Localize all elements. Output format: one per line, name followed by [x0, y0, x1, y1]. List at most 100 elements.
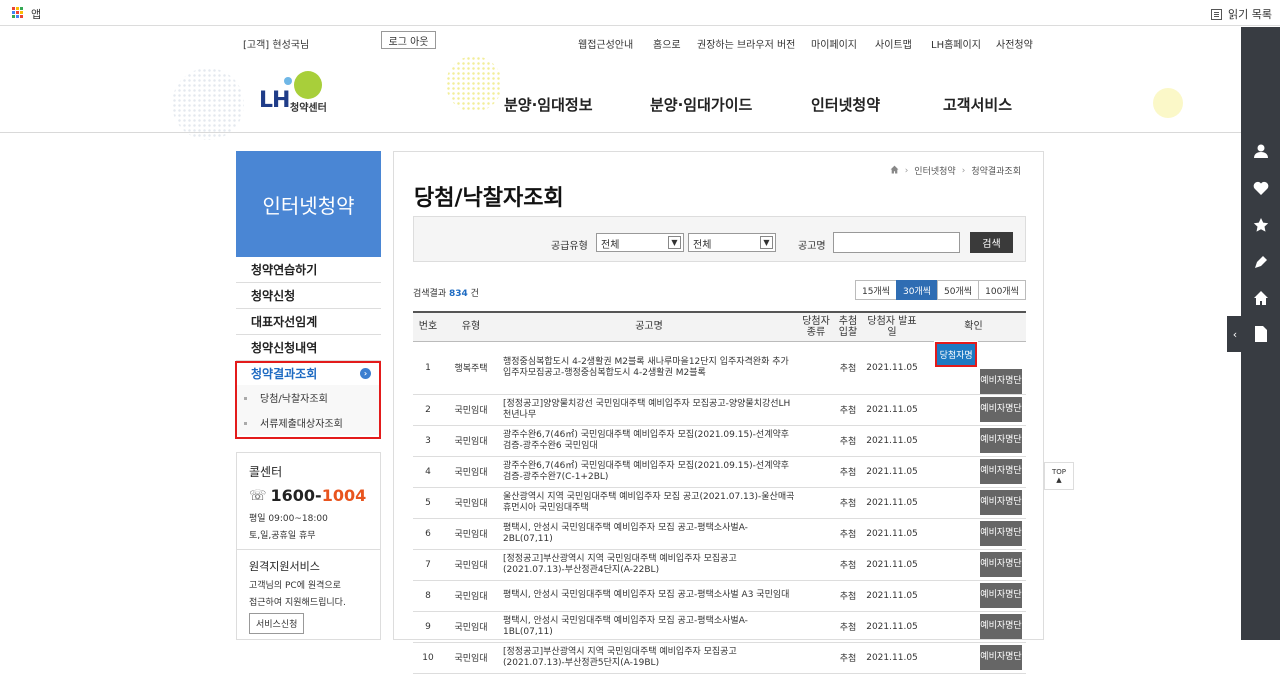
- reserve-list-button[interactable]: 예비자명단: [980, 521, 1022, 546]
- reserve-list-button[interactable]: 예비자명단: [980, 583, 1022, 608]
- util-link-home[interactable]: 홈으로: [653, 36, 681, 51]
- reading-list-icon: [1211, 8, 1223, 20]
- table-row[interactable]: 4 국민임대 광주수완6,7(46㎡) 국민임대주택 예비입주자 모집(2021.0…: [413, 456, 1026, 488]
- reading-list-label: 읽기 목록: [1228, 8, 1272, 21]
- cell-no: 4: [413, 456, 443, 488]
- cell-title[interactable]: 행정중심복합도시 4-2생활권 M2블록 새나루마을12단지 입주자격완화 추가…: [499, 341, 799, 395]
- table-row[interactable]: 3 국민임대 광주수완6,7(46㎡) 국민임대주택 예비입주자 모집(2021.0…: [413, 425, 1026, 457]
- reserve-list-button[interactable]: 예비자명단: [980, 397, 1022, 422]
- table-row[interactable]: 6 국민임대 평택시, 안성시 국민임대주택 예비입주자 모집 공고-평택소사벌A-…: [413, 518, 1026, 550]
- cell-title[interactable]: 광주수완6,7(46㎡) 국민임대주택 예비입주자 모집(2021.09.15)…: [499, 456, 799, 488]
- cell-winner-kind: [799, 341, 833, 395]
- util-link-lh-home[interactable]: LH홈페이지: [931, 36, 981, 51]
- winner-list-button[interactable]: 당첨자명단: [934, 340, 979, 386]
- reading-list-button[interactable]: 읽기 목록: [1211, 6, 1272, 22]
- supply-type-select[interactable]: 전체 ▼: [596, 233, 684, 252]
- logout-button[interactable]: 로그 아웃: [381, 31, 436, 49]
- lnb-item-apply[interactable]: 청약신청: [236, 283, 381, 309]
- table-row[interactable]: 9 국민임대 평택시, 안성시 국민임대주택 예비입주자 모집 공고-평택소사벌A-…: [413, 611, 1026, 643]
- util-link-mypage[interactable]: 마이페이지: [811, 36, 857, 51]
- collapse-quickbar-button[interactable]: ‹: [1227, 316, 1243, 352]
- cell-confirm: 예비자명단: [921, 456, 1026, 488]
- cell-title[interactable]: [정정공고]부산광역시 지역 국민임대주택 예비입주자 모집공고(2021.07…: [499, 549, 799, 581]
- page-size-30[interactable]: 30개씩: [896, 280, 938, 300]
- decor-circle: [1153, 88, 1183, 118]
- breadcrumb-item[interactable]: 청약결과조회: [971, 164, 1021, 177]
- cell-title[interactable]: [정정공고]부산광역시 지역 국민임대주택 예비입주자 모집공고(2021.07…: [499, 642, 799, 674]
- table-row[interactable]: 10 국민임대 [정정공고]부산광역시 지역 국민임대주택 예비입주자 모집공고(2…: [413, 642, 1026, 674]
- home-icon[interactable]: [890, 165, 899, 177]
- page-size-50[interactable]: 50개씩: [937, 280, 979, 300]
- star-icon[interactable]: [1241, 207, 1280, 243]
- util-link-browser[interactable]: 권장하는 브라우저 버전: [697, 36, 795, 51]
- breadcrumb-item[interactable]: 인터넷청약: [914, 164, 955, 177]
- cell-title[interactable]: 광주수완6,7(46㎡) 국민임대주택 예비입주자 모집(2021.09.15)…: [499, 425, 799, 457]
- callcenter-box: 콜센터 ☏ 1600- 1004 평일 09:00~18:00 토,일,공휴일 휴…: [236, 452, 381, 640]
- heart-icon[interactable]: [1241, 170, 1280, 206]
- reserve-list-button[interactable]: 예비자명단: [980, 552, 1022, 577]
- cell-type: 국민임대: [443, 394, 499, 426]
- table-row[interactable]: 8 국민임대 평택시, 안성시 국민임대주택 예비입주자 모집 공고-평택소사벌 A…: [413, 580, 1026, 612]
- page-title: 당첨/낙찰자조회: [414, 186, 564, 211]
- table-row[interactable]: 1 행복주택 행정중심복합도시 4-2생활권 M2블록 새나루마을12단지 입주자격…: [413, 340, 1026, 395]
- cell-type: 국민임대: [443, 549, 499, 581]
- search-button[interactable]: 검색: [970, 232, 1013, 253]
- lnb-item-practice[interactable]: 청약연습하기: [236, 257, 381, 283]
- col-header-date: 당첨자 발표일: [863, 311, 921, 342]
- cell-confirm: 예비자명단: [921, 642, 1026, 674]
- util-link-accessibility[interactable]: 웹접근성안내: [578, 36, 633, 51]
- scroll-top-button[interactable]: TOP ▲: [1044, 462, 1074, 490]
- cell-winner-kind: [799, 642, 833, 674]
- cell-title[interactable]: 평택시, 안성시 국민임대주택 예비입주자 모집 공고-평택소사벌A-1BL(0…: [499, 611, 799, 643]
- cell-date: 2021.11.05: [863, 580, 921, 612]
- cell-winner-kind: [799, 611, 833, 643]
- page-size-15[interactable]: 15개씩: [855, 280, 897, 300]
- apps-grid-icon[interactable]: [12, 7, 23, 18]
- reserve-list-button[interactable]: 예비자명단: [980, 459, 1022, 484]
- notice-name-input[interactable]: [833, 232, 960, 253]
- reserve-list-button[interactable]: 예비자명단: [980, 368, 1022, 394]
- lnb-item-representative[interactable]: 대표자선임계: [236, 309, 381, 335]
- util-link-sitemap[interactable]: 사이트맵: [875, 36, 912, 51]
- cell-winner-kind: [799, 425, 833, 457]
- reserve-list-button[interactable]: 예비자명단: [980, 490, 1022, 515]
- home-icon[interactable]: [1241, 280, 1280, 316]
- reserve-list-button[interactable]: 예비자명단: [980, 614, 1022, 639]
- callcenter-title: 콜센터: [249, 465, 283, 479]
- user-icon[interactable]: [1241, 133, 1280, 169]
- reserve-list-button[interactable]: 예비자명단: [980, 645, 1022, 670]
- page-size-100[interactable]: 100개씩: [978, 280, 1026, 300]
- col-header-confirm: 확인: [921, 311, 1026, 342]
- reserve-list-button[interactable]: 예비자명단: [980, 428, 1022, 453]
- apps-label[interactable]: 앱: [31, 6, 41, 22]
- cell-draw: 추첨: [833, 341, 863, 395]
- cell-date: 2021.11.05: [863, 642, 921, 674]
- gnb-item-internet[interactable]: 인터넷청약: [811, 94, 880, 115]
- cell-confirm: 당첨자명단 예비자명단: [921, 340, 1026, 395]
- cell-no: 8: [413, 580, 443, 612]
- table-row[interactable]: 5 국민임대 울산광역시 지역 국민임대주택 예비입주자 모집 공고(2021.07…: [413, 487, 1026, 519]
- cell-title[interactable]: 평택시, 안성시 국민임대주택 예비입주자 모집 공고-평택소사벌 A3 국민임…: [499, 580, 799, 612]
- cell-title[interactable]: [정정공고]양양물치강선 국민임대주택 예비입주자 모집공고-양양물치강선LH …: [499, 394, 799, 426]
- cell-winner-kind: [799, 394, 833, 426]
- util-link-pre-subscription[interactable]: 사전청약: [996, 36, 1033, 51]
- cell-title[interactable]: 울산광역시 지역 국민임대주택 예비입주자 모집 공고(2021.07.13)-…: [499, 487, 799, 519]
- main-content: › 인터넷청약 › 청약결과조회 당첨/낙찰자조회 공급유형 전체 ▼ 전체 ▼…: [393, 151, 1044, 674]
- supply-subtype-select[interactable]: 전체 ▼: [688, 233, 776, 252]
- decor-circle: [446, 56, 502, 112]
- logo-text: LH: [259, 88, 290, 113]
- gnb-item-guide[interactable]: 분양·임대가이드: [650, 94, 752, 115]
- gnb-item-service[interactable]: 고객서비스: [943, 94, 1012, 115]
- pen-icon[interactable]: [1241, 244, 1280, 280]
- col-header-title: 공고명: [499, 311, 799, 342]
- document-icon[interactable]: [1241, 316, 1280, 352]
- cell-title[interactable]: 평택시, 안성시 국민임대주택 예비입주자 모집 공고-평택소사벌A-2BL(0…: [499, 518, 799, 550]
- gnb-item-info[interactable]: 분양·임대정보: [504, 94, 593, 115]
- table-row[interactable]: 2 국민임대 [정정공고]양양물치강선 국민임대주택 예비입주자 모집공고-양양물치…: [413, 394, 1026, 426]
- lnb-item-history[interactable]: 청약신청내역: [236, 335, 381, 361]
- phone-icon: ☏: [249, 487, 267, 504]
- result-count-prefix: 검색결과: [413, 289, 447, 299]
- cell-no: 9: [413, 611, 443, 643]
- table-row[interactable]: 7 국민임대 [정정공고]부산광역시 지역 국민임대주택 예비입주자 모집공고(20…: [413, 549, 1026, 581]
- remote-service-button[interactable]: 서비스신청: [249, 613, 305, 634]
